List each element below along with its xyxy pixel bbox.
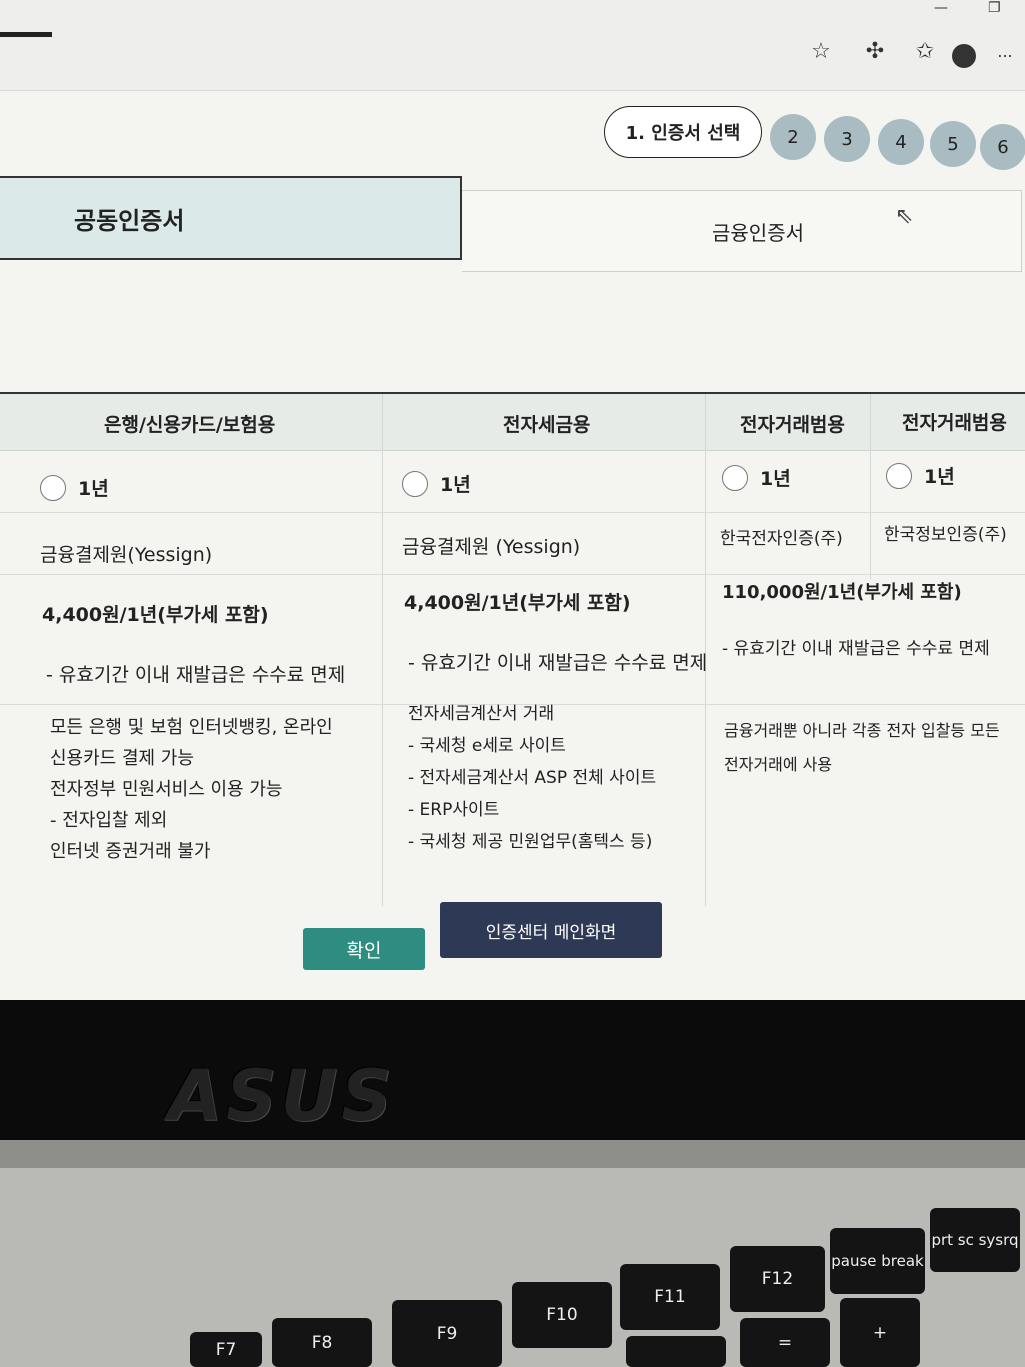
header-bank-card-insurance: 은행/신용카드/보험용 — [104, 414, 276, 436]
usage-line: - 국세청 e세로 사이트 — [408, 736, 566, 756]
key-pause-break[interactable]: pause break — [830, 1228, 925, 1294]
key-f8[interactable]: F8 — [272, 1318, 372, 1367]
usage-line: 전자세금계산서 거래 — [408, 704, 555, 724]
key-lower[interactable] — [626, 1336, 726, 1367]
key-f7[interactable]: F7 — [190, 1332, 262, 1367]
minimize-icon[interactable]: — — [934, 0, 948, 16]
issuer-etax: 금융결제원 (Yessign) — [402, 536, 581, 558]
issuer-general-1: 한국전자인증(주) — [720, 529, 843, 549]
header-general-2: 전자거래범용 — [902, 412, 1007, 434]
radio-option-etax[interactable]: 1년 — [402, 470, 471, 497]
note-etax: - 유효기간 이내 재발급은 수수료 면제 — [408, 652, 708, 674]
profile-icon[interactable] — [952, 44, 976, 68]
header-e-tax: 전자세금용 — [503, 414, 591, 436]
key-equals[interactable]: = — [740, 1318, 830, 1367]
mouse-cursor-icon: ⇖ — [895, 204, 914, 229]
step-2[interactable]: 2 — [770, 114, 816, 160]
period-label: 1년 — [924, 466, 955, 488]
certificate-table: 은행/신용카드/보험용 전자세금용 전자거래범용 전자거래범용 1년 1년 1년… — [0, 392, 1025, 906]
certificate-center-main-button[interactable]: 인증센터 메인화면 — [440, 902, 662, 958]
price-bank: 4,400원/1년(부가세 포함) — [42, 604, 269, 626]
usage-bank: 모든 은행 및 보험 인터넷뱅킹, 온라인 신용카드 결제 가능 전자정부 민원… — [50, 712, 333, 867]
usage-etax: 전자세금계산서 거래 - 국세청 e세로 사이트 - 전자세금계산서 ASP 전… — [408, 698, 656, 858]
usage-line: - 전자세금계산서 ASP 전체 사이트 — [408, 768, 657, 788]
laptop-bezel — [0, 1000, 1025, 1145]
step-1-current[interactable]: 1. 인증서 선택 — [604, 106, 762, 158]
key-f11[interactable]: F11 — [620, 1264, 720, 1330]
key-f9[interactable]: F9 — [392, 1300, 502, 1367]
usage-general: 금융거래뿐 아니라 각종 전자 입찰등 모든 전자거래에 사용 — [724, 714, 1000, 782]
period-label: 1년 — [440, 474, 471, 496]
radio-button[interactable] — [402, 470, 428, 497]
row-divider — [0, 512, 1025, 513]
header-general-1: 전자거래범용 — [740, 414, 845, 436]
column-divider — [382, 394, 383, 906]
radio-option-general-2[interactable]: 1년 — [886, 462, 955, 489]
note-bank: - 유효기간 이내 재발급은 수수료 면제 — [46, 664, 346, 686]
usage-line: - 전자입찰 제외 — [50, 810, 168, 831]
laptop-logo: ASUS — [168, 1055, 396, 1137]
radio-option-general-1[interactable]: 1년 — [722, 464, 791, 491]
tab-financial-certificate[interactable]: 금융인증서 — [462, 190, 1022, 272]
usage-line: 모든 은행 및 보험 인터넷뱅킹, 온라인 — [50, 717, 333, 738]
key-prtsc-sysrq[interactable]: prt sc sysrq — [930, 1208, 1020, 1272]
radio-button[interactable] — [886, 462, 912, 489]
usage-line: - ERP사이트 — [408, 800, 500, 820]
price-general: 110,000원/1년(부가세 포함) — [722, 582, 962, 603]
usage-line: 금융거래뿐 아니라 각종 전자 입찰등 모든 — [724, 721, 1000, 740]
usage-line: 전자거래에 사용 — [724, 755, 833, 774]
key-f12[interactable]: F12 — [730, 1246, 825, 1312]
period-label: 1년 — [78, 478, 109, 500]
window-control-dash[interactable] — [0, 32, 52, 37]
usage-line: 전자정부 민원서비스 이용 가능 — [50, 779, 283, 800]
issuer-general-2: 한국정보인증(주) — [884, 525, 1007, 545]
radio-button[interactable] — [722, 464, 748, 491]
step-5[interactable]: 5 — [930, 121, 976, 167]
step-6[interactable]: 6 — [980, 124, 1025, 170]
usage-line: 신용카드 결제 가능 — [50, 748, 194, 769]
extensions-icon[interactable]: ✣ — [860, 36, 890, 66]
radio-option-bank[interactable]: 1년 — [40, 474, 109, 501]
restore-icon[interactable]: ❐ — [988, 0, 1001, 16]
key-plus[interactable]: + — [840, 1298, 920, 1367]
more-icon[interactable]: ... — [990, 36, 1020, 66]
confirm-button[interactable]: 확인 — [303, 928, 425, 970]
issuer-bank: 금융결제원(Yessign) — [40, 544, 213, 566]
row-divider — [0, 574, 1025, 575]
usage-line: - 국세청 제공 민원업무(홈텍스 등) — [408, 832, 653, 852]
step-4[interactable]: 4 — [878, 119, 924, 165]
tab-joint-certificate[interactable]: 공동인증서 — [0, 176, 462, 260]
screen: ☆ ✣ ✩ ... — ❐ 1. 인증서 선택 2 3 4 5 6 공동인증서 … — [0, 0, 1025, 1010]
key-f10[interactable]: F10 — [512, 1282, 612, 1348]
laptop-hinge — [0, 1140, 1025, 1168]
note-general: - 유효기간 이내 재발급은 수수료 면제 — [722, 639, 990, 659]
favorites-icon[interactable]: ✩ — [910, 36, 940, 66]
star-icon[interactable]: ☆ — [806, 36, 836, 66]
usage-line: 인터넷 증권거래 불가 — [50, 841, 211, 862]
step-3[interactable]: 3 — [824, 116, 870, 162]
column-divider — [870, 394, 871, 579]
period-label: 1년 — [760, 468, 791, 490]
browser-toolbar: ☆ ✣ ✩ ... — ❐ — [0, 0, 1025, 91]
radio-button[interactable] — [40, 474, 66, 501]
price-etax: 4,400원/1년(부가세 포함) — [404, 592, 631, 614]
